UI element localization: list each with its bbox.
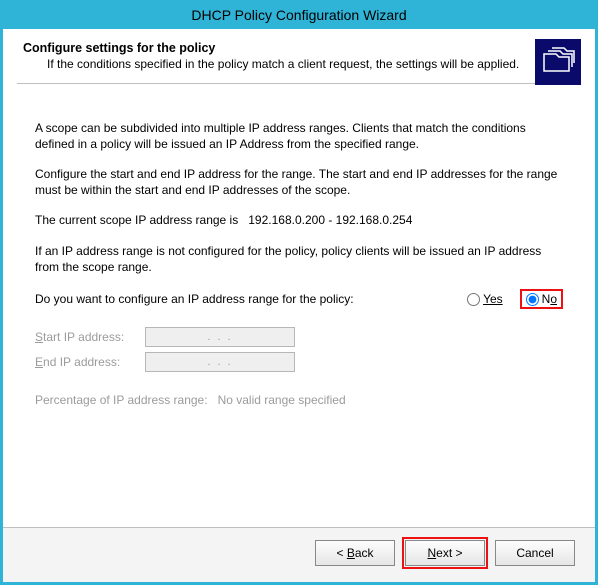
- page-subtitle: If the conditions specified in the polic…: [47, 57, 521, 73]
- page-title: Configure settings for the policy: [23, 41, 521, 55]
- configure-range-question-row: Do you want to configure an IP address r…: [35, 289, 563, 309]
- radio-yes[interactable]: Yes: [464, 290, 506, 308]
- radio-yes-input[interactable]: [467, 293, 480, 306]
- radio-yes-label: Yes: [483, 291, 503, 307]
- intro-para-4: If an IP address range is not configured…: [35, 243, 563, 275]
- percentage-row: Percentage of IP address range: No valid…: [35, 392, 563, 408]
- folders-icon: [535, 39, 581, 85]
- window-title: DHCP Policy Configuration Wizard: [3, 3, 595, 29]
- scope-range-prefix: The current scope IP address range is: [35, 213, 238, 227]
- start-ip-label: Start IP address:: [35, 329, 145, 345]
- scope-range-value: 192.168.0.200 - 192.168.0.254: [248, 213, 412, 227]
- radio-no-label: No: [542, 291, 557, 307]
- end-ip-row: End IP address: . . .: [35, 352, 563, 372]
- next-button[interactable]: Next >: [405, 540, 485, 566]
- end-ip-label: End IP address:: [35, 354, 145, 370]
- intro-para-2: Configure the start and end IP address f…: [35, 166, 563, 198]
- wizard-footer: < Back Next > Cancel: [3, 527, 595, 582]
- wizard-window: DHCP Policy Configuration Wizard Configu…: [0, 0, 598, 585]
- back-button[interactable]: < Back: [315, 540, 395, 566]
- percentage-label: Percentage of IP address range:: [35, 393, 208, 407]
- radio-no-input[interactable]: [526, 293, 539, 306]
- wizard-content: Configure settings for the policy If the…: [3, 29, 595, 527]
- percentage-value: No valid range specified: [218, 393, 346, 407]
- scope-range-para: The current scope IP address range is 19…: [35, 212, 563, 228]
- configure-range-question: Do you want to configure an IP address r…: [35, 291, 450, 307]
- radio-no[interactable]: No: [520, 289, 563, 309]
- ip-range-fields: Start IP address: . . . End IP address: …: [35, 327, 563, 408]
- start-ip-row: Start IP address: . . .: [35, 327, 563, 347]
- cancel-button[interactable]: Cancel: [495, 540, 575, 566]
- start-ip-input[interactable]: . . .: [145, 327, 295, 347]
- end-ip-input[interactable]: . . .: [145, 352, 295, 372]
- wizard-header: Configure settings for the policy If the…: [17, 39, 581, 84]
- intro-para-1: A scope can be subdivided into multiple …: [35, 120, 563, 152]
- wizard-body: A scope can be subdivided into multiple …: [17, 84, 581, 419]
